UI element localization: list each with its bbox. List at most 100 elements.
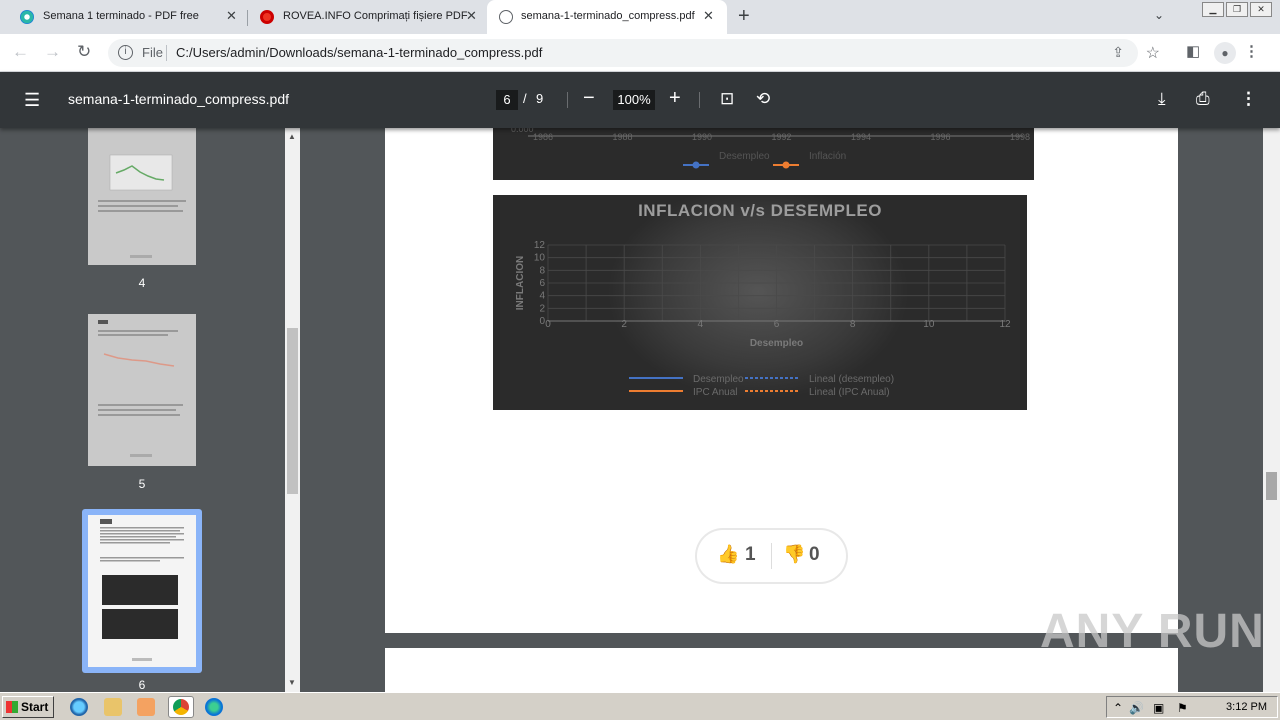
vote-divider [771, 543, 772, 569]
close-tab-icon[interactable]: ✕ [226, 8, 237, 24]
download-icon[interactable]: ⤓ [1158, 89, 1166, 109]
legend-label: Lineal (desempleo) [809, 374, 894, 385]
x-tick-label: 2 [621, 319, 627, 330]
print-icon[interactable]: ⎙ [1196, 89, 1210, 109]
clock: 3:12 PM [1226, 701, 1267, 713]
volume-icon[interactable]: 🔊 [1129, 701, 1144, 715]
tab-title: ROVEA.INFO Comprimați fișiere PDF [283, 10, 468, 22]
chart-top-partial: 0.000 1986 1988 1990 1992 1994 1996 1998 Desempl… [493, 128, 1034, 180]
chart-inflacion-desempleo: 0 2 4 6 8 10 12 0 2 4 6 8 10 12 Desempleo INFLACION Dese… [493, 195, 1027, 410]
chart-top-svg: 0.0001986 1988 1990 1992 1994 1996 1998 Desempl… [511, 128, 1030, 169]
x-tick-label: 1986 [533, 132, 553, 142]
legend-label: Inflación [809, 151, 846, 162]
thumbnail-page-5[interactable] [88, 314, 196, 466]
thumbnail-label: 4 [138, 276, 146, 290]
close-window-icon[interactable]: ✕ [1250, 2, 1272, 17]
bookmark-star-icon[interactable]: ☆ [1146, 43, 1160, 63]
browser-menu-icon[interactable]: ⋮ [1244, 42, 1259, 60]
browser-toolbar: ← → ↻ i File C:/Users/admin/Downloads/se… [0, 34, 1280, 72]
more-actions-icon[interactable]: ⋮ [1240, 89, 1257, 109]
thumbnail-sidebar: 4 5 6 ▲ ▼ [0, 128, 300, 692]
x-axis-label: Desempleo [750, 338, 803, 349]
thumbnail-page-6[interactable] [88, 515, 196, 667]
scroll-up-arrow-icon[interactable]: ▲ [288, 132, 296, 141]
y-tick-label: 8 [539, 265, 545, 276]
pdf-title: semana-1-terminado_compress.pdf [68, 91, 289, 107]
tab-semana-pdf-free[interactable]: Semana 1 terminado - PDF free ✕ [0, 0, 244, 34]
legend-label: Desempleo [693, 374, 744, 385]
pdf-toolbar: ☰ semana-1-terminado_compress.pdf 6 / 9 … [0, 72, 1280, 128]
windows-taskbar: Start ⌃ 🔊 ▣ ⚑ 3:12 PM [0, 692, 1280, 720]
tab-pdf-active[interactable]: semana-1-terminado_compress.pdf ✕ [487, 0, 727, 34]
minimize-icon[interactable]: ▁ [1202, 2, 1224, 17]
rotate-icon[interactable]: ⟲ [756, 89, 770, 109]
reload-icon[interactable]: ↻ [77, 42, 91, 62]
tab-strip: Semana 1 terminado - PDF free ✕ ROVEA.IN… [0, 0, 1280, 34]
fit-page-icon[interactable]: ⊡ [720, 89, 734, 109]
folder-icon[interactable] [104, 698, 122, 716]
sidebar-scrollbar-thumb[interactable] [287, 328, 298, 494]
page-total: 9 [536, 91, 544, 106]
flag-icon[interactable]: ⚑ [1177, 701, 1188, 715]
chrome-icon [173, 699, 189, 715]
vote-widget: 👍 1 👎 0 [697, 530, 846, 582]
zoom-out-icon[interactable]: − [583, 87, 595, 110]
site-favicon-icon [20, 10, 34, 24]
profile-avatar-icon[interactable]: ● [1214, 42, 1236, 64]
y-tick-label: 10 [534, 253, 546, 264]
x-tick-label: 6 [774, 319, 780, 330]
y-tick-label: 4 [539, 291, 545, 302]
scroll-down-arrow-icon[interactable]: ▼ [288, 678, 296, 687]
anyrun-watermark: ANY RUN [1040, 605, 1265, 658]
legend-label: Desempleo [719, 151, 770, 162]
document-scrollbar[interactable] [1263, 128, 1280, 692]
close-tab-icon[interactable]: ✕ [466, 8, 477, 24]
x-tick-label: 1994 [851, 132, 871, 142]
legend-marker [692, 161, 700, 169]
close-tab-icon[interactable]: ✕ [703, 8, 714, 24]
restore-icon[interactable]: ❐ [1226, 2, 1248, 17]
document-scrollbar-thumb[interactable] [1266, 472, 1277, 500]
back-icon[interactable]: ← [12, 42, 29, 62]
tab-rovea[interactable]: ROVEA.INFO Comprimați fișiere PDF ✕ [240, 0, 486, 34]
x-tick-label: 12 [999, 319, 1011, 330]
hamburger-menu-icon[interactable]: ☰ [24, 90, 40, 111]
zoom-input[interactable]: 100% [613, 90, 655, 110]
share-icon[interactable]: ⇪ [1112, 44, 1124, 61]
thumbnail-preview [100, 519, 184, 661]
chrome-taskbar-button[interactable] [168, 696, 194, 718]
edge-icon[interactable] [205, 698, 223, 716]
thumbnail-label: 6 [138, 678, 146, 692]
page-number-input[interactable]: 6 [496, 90, 518, 110]
tray-expand-icon[interactable]: ⌃ [1113, 701, 1123, 715]
side-panel-icon[interactable]: ◧ [1186, 42, 1200, 60]
x-tick-label: 10 [923, 319, 935, 330]
legend-marker [782, 161, 790, 169]
media-player-icon[interactable] [137, 698, 155, 716]
x-tick-label: 8 [850, 319, 856, 330]
x-tick-label: 0 [545, 319, 551, 330]
forward-icon[interactable]: → [44, 42, 61, 62]
ie-icon[interactable] [70, 698, 88, 716]
network-icon[interactable]: ▣ [1153, 701, 1164, 715]
y-axis-label: INFLACION [515, 256, 526, 310]
zoom-in-icon[interactable]: + [669, 87, 681, 110]
thumbs-up-icon[interactable]: 👍 [717, 544, 739, 565]
address-bar[interactable]: i File C:/Users/admin/Downloads/semana-1… [108, 39, 1160, 67]
new-tab-button[interactable]: + [738, 5, 750, 28]
y-tick-label: 2 [539, 303, 545, 314]
y-tick-label: 6 [539, 278, 545, 289]
thumbnail-preview [98, 320, 183, 457]
x-tick-label: 1988 [612, 132, 632, 142]
info-icon[interactable]: i [118, 45, 133, 60]
tab-search-chevron-icon[interactable]: ⌄ [1154, 8, 1164, 22]
y-tick-label: 0.000 [511, 128, 534, 134]
url-text[interactable]: C:/Users/admin/Downloads/semana-1-termin… [176, 45, 542, 60]
start-button[interactable]: Start [2, 696, 54, 718]
thumbs-down-icon[interactable]: 👎 [783, 544, 805, 565]
tab-title: Semana 1 terminado - PDF free [43, 10, 199, 22]
x-tick-label: 4 [698, 319, 704, 330]
x-tick-label: 1998 [1010, 132, 1030, 142]
x-tick-label: 1996 [930, 132, 950, 142]
thumbnail-page-4[interactable] [88, 128, 196, 265]
